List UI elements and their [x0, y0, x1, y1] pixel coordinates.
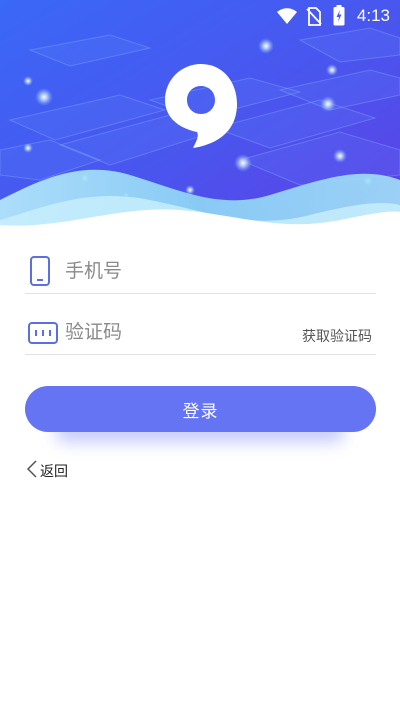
chevron-left-icon: [26, 459, 38, 483]
phone-field-row: [25, 249, 376, 294]
code-field-row: 获取验证码: [25, 310, 376, 355]
battery-charging-icon: [333, 5, 345, 30]
keypad-icon: [27, 320, 59, 350]
status-time: 4:13: [356, 6, 390, 25]
status-bar: 4:13: [0, 0, 400, 32]
get-code-button[interactable]: 获取验证码: [302, 326, 372, 346]
no-sim-icon: [306, 7, 322, 30]
back-button[interactable]: 返回: [26, 459, 68, 483]
header-banner: [0, 0, 400, 240]
phone-input[interactable]: [65, 257, 305, 285]
login-button[interactable]: 登录: [25, 386, 376, 432]
back-label: 返回: [40, 464, 68, 480]
code-input[interactable]: [65, 318, 305, 346]
login-screen: 4:13 获取验证码 登录: [0, 0, 400, 711]
app-logo-icon: [163, 60, 239, 152]
phone-icon: [27, 255, 53, 291]
wifi-icon: [276, 8, 298, 29]
